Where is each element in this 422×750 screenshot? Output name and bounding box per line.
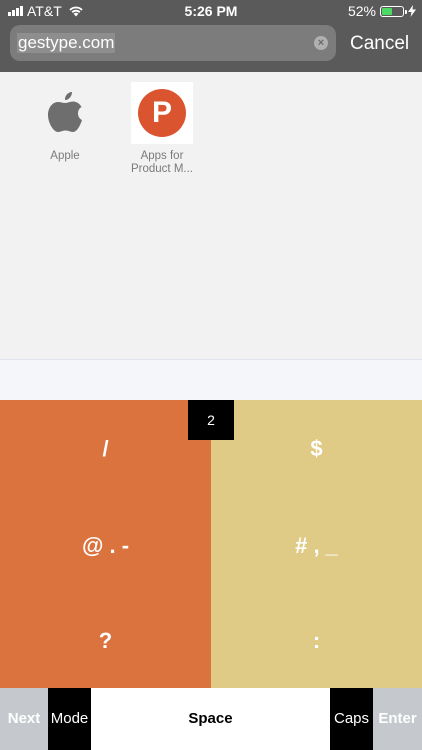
key-left-middle[interactable]: @ . - xyxy=(0,533,211,559)
favorite-label-line2: Product M... xyxy=(131,163,193,175)
key-right-middle[interactable]: # , _ xyxy=(211,533,422,559)
page-indicator: 2 xyxy=(188,400,234,440)
charging-bolt-icon xyxy=(408,5,416,17)
key-left-bottom[interactable]: ? xyxy=(0,628,211,654)
battery-percent: 52% xyxy=(347,3,376,19)
battery-fill xyxy=(382,7,393,15)
favorite-product-hunt[interactable]: P Apps for Product M... xyxy=(117,82,207,176)
enter-button[interactable]: Enter xyxy=(373,688,422,750)
keyboard-accessory-strip xyxy=(0,360,422,400)
favorite-apple[interactable]: Apple xyxy=(20,82,110,163)
browser-header: AT&T 5:26 PM 52% gestype.com × Cancel xyxy=(0,0,422,72)
next-button[interactable]: Next xyxy=(0,688,48,750)
favorite-label-line1: Apps for xyxy=(140,150,184,162)
caps-button[interactable]: Caps xyxy=(330,688,373,750)
product-hunt-tile: P xyxy=(131,82,193,144)
status-bar: AT&T 5:26 PM 52% xyxy=(0,0,422,22)
mode-button[interactable]: Mode xyxy=(48,688,91,750)
key-left-top[interactable]: / xyxy=(0,436,211,462)
space-button[interactable]: Space xyxy=(91,688,330,750)
product-hunt-logo-icon: P xyxy=(138,89,186,137)
keyboard-left-panel[interactable]: / @ . - ? xyxy=(0,400,211,688)
favorite-label: Apple xyxy=(50,150,80,162)
favorites-grid: Apple P Apps for Product M... xyxy=(0,72,422,359)
key-right-bottom[interactable]: : xyxy=(211,628,422,654)
cancel-button[interactable]: Cancel xyxy=(350,33,409,55)
clear-icon[interactable]: × xyxy=(314,36,328,50)
apple-logo-icon xyxy=(34,82,96,144)
address-bar[interactable]: gestype.com × xyxy=(10,25,336,61)
status-right: 52% xyxy=(348,3,416,19)
key-right-top[interactable]: $ xyxy=(211,436,422,462)
keyboard-bottom-row: Next Mode Space Caps Enter xyxy=(0,688,422,750)
keyboard-right-panel[interactable]: $ # , _ : xyxy=(211,400,422,688)
url-text[interactable]: gestype.com xyxy=(17,33,116,53)
battery-icon xyxy=(380,5,407,17)
